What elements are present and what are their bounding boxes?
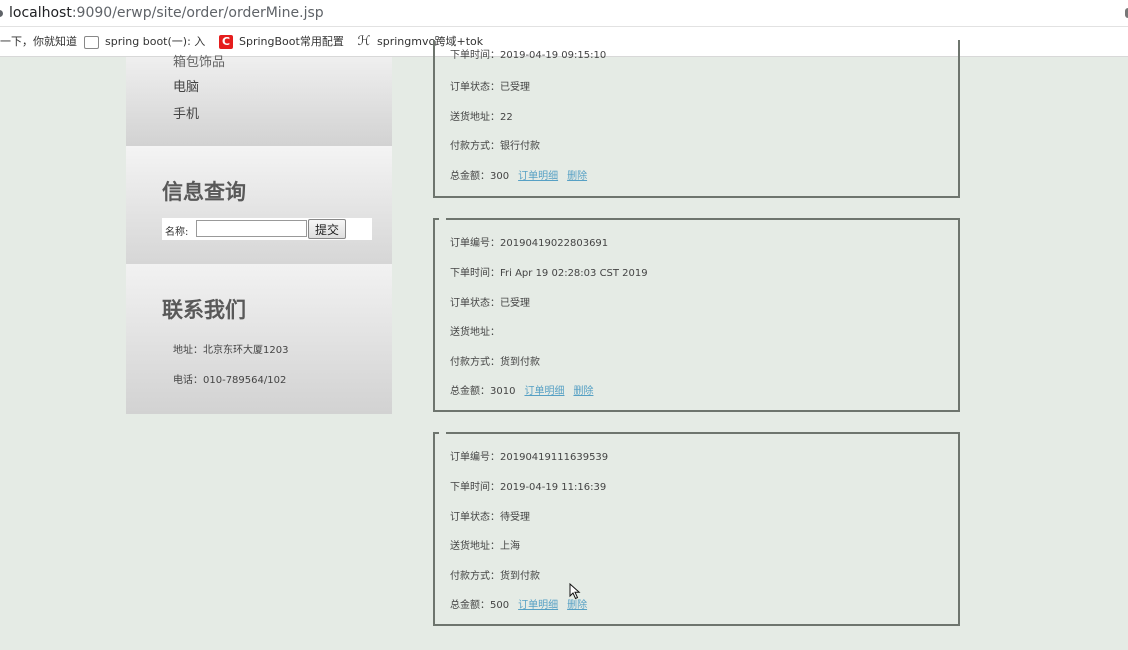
csdn-icon: C bbox=[219, 35, 233, 49]
submit-button[interactable]: 提交 bbox=[308, 219, 346, 239]
order-card: 下单时间：2019-04-19 09:15:10 订单状态：已受理 送货地址：2… bbox=[433, 40, 960, 198]
order-total: 总金额：500 bbox=[450, 600, 510, 611]
order-time: 下单时间：2019-04-19 09:15:10 bbox=[450, 50, 607, 61]
order-total-row: 总金额：300 订单明细 删除 bbox=[450, 167, 587, 182]
contact-phone: 电话：010-789564/102 bbox=[173, 375, 287, 386]
order-address: 送货地址：上海 bbox=[450, 541, 520, 552]
order-detail-link[interactable]: 订单明细 bbox=[518, 171, 558, 182]
contact-address: 地址：北京东环大厦1203 bbox=[173, 345, 289, 356]
order-detail-link[interactable]: 订单明细 bbox=[518, 600, 558, 611]
order-time: 下单时间：2019-04-19 11:16:39 bbox=[450, 482, 607, 493]
mouse-cursor-icon bbox=[569, 583, 581, 600]
order-total: 总金额：3010 bbox=[450, 386, 516, 397]
order-delete-link[interactable]: 删除 bbox=[567, 171, 587, 182]
url-host: localhost bbox=[9, 5, 72, 21]
order-payment: 付款方式：货到付款 bbox=[450, 571, 540, 582]
page-icon bbox=[84, 35, 99, 49]
category-item[interactable]: 手机 bbox=[173, 103, 199, 122]
search-panel: 信息查询 名称: 提交 bbox=[126, 146, 392, 264]
search-form: 名称: 提交 bbox=[162, 218, 372, 240]
card-notch bbox=[439, 432, 446, 434]
contact-panel: 联系我们 地址：北京东环大厦1203 电话：010-789564/102 bbox=[126, 264, 392, 414]
order-payment: 付款方式：货到付款 bbox=[450, 357, 540, 368]
category-item[interactable]: 电脑 bbox=[173, 76, 199, 95]
bookmark-label: 一下，你就知道 bbox=[0, 35, 77, 48]
card-notch bbox=[439, 218, 446, 220]
order-number: 订单编号：20190419022803691 bbox=[450, 238, 609, 249]
contact-title: 联系我们 bbox=[162, 298, 246, 322]
order-total: 总金额：300 bbox=[450, 171, 510, 182]
link-icon: ℋ bbox=[357, 34, 371, 49]
order-delete-link[interactable]: 删除 bbox=[573, 386, 593, 397]
bookmark-label: spring boot(一): 入 bbox=[105, 35, 206, 48]
bookmark-springboot-config[interactable]: C SpringBoot常用配置 bbox=[219, 27, 344, 56]
bookmark-baidu[interactable]: 一下，你就知道 bbox=[0, 27, 77, 56]
order-address: 送货地址：22 bbox=[450, 112, 513, 123]
order-time: 下单时间：Fri Apr 19 02:28:03 CST 2019 bbox=[450, 268, 648, 279]
url-text[interactable]: localhost:9090/erwp/site/order/orderMine… bbox=[9, 0, 324, 26]
site-info-icon[interactable] bbox=[0, 10, 3, 17]
address-bar[interactable]: localhost:9090/erwp/site/order/orderMine… bbox=[0, 0, 1128, 27]
search-title: 信息查询 bbox=[162, 180, 246, 204]
search-input[interactable] bbox=[196, 220, 307, 237]
order-payment: 付款方式：银行付款 bbox=[450, 141, 540, 152]
order-status: 订单状态：已受理 bbox=[450, 82, 530, 93]
order-detail-link[interactable]: 订单明细 bbox=[524, 386, 564, 397]
category-panel: 箱包饰品 电脑 手机 bbox=[126, 55, 392, 146]
search-label: 名称: bbox=[165, 227, 189, 238]
order-number: 订单编号：20190419111639539 bbox=[450, 452, 609, 463]
order-status: 订单状态：已受理 bbox=[450, 298, 530, 309]
order-status: 订单状态：待受理 bbox=[450, 512, 530, 523]
order-total-row: 总金额：500 订单明细 删除 bbox=[450, 596, 587, 611]
bookmark-label: SpringBoot常用配置 bbox=[239, 35, 344, 48]
order-delete-link[interactable]: 删除 bbox=[567, 600, 587, 611]
url-path: :9090/erwp/site/order/orderMine.jsp bbox=[71, 5, 324, 21]
order-card: 订单编号：20190419022803691 下单时间：Fri Apr 19 0… bbox=[433, 218, 960, 412]
order-address: 送货地址： bbox=[450, 327, 500, 338]
order-total-row: 总金额：3010 订单明细 删除 bbox=[450, 382, 593, 397]
order-card: 订单编号：20190419111639539 下单时间：2019-04-19 1… bbox=[433, 432, 960, 626]
category-item[interactable]: 箱包饰品 bbox=[173, 51, 225, 70]
